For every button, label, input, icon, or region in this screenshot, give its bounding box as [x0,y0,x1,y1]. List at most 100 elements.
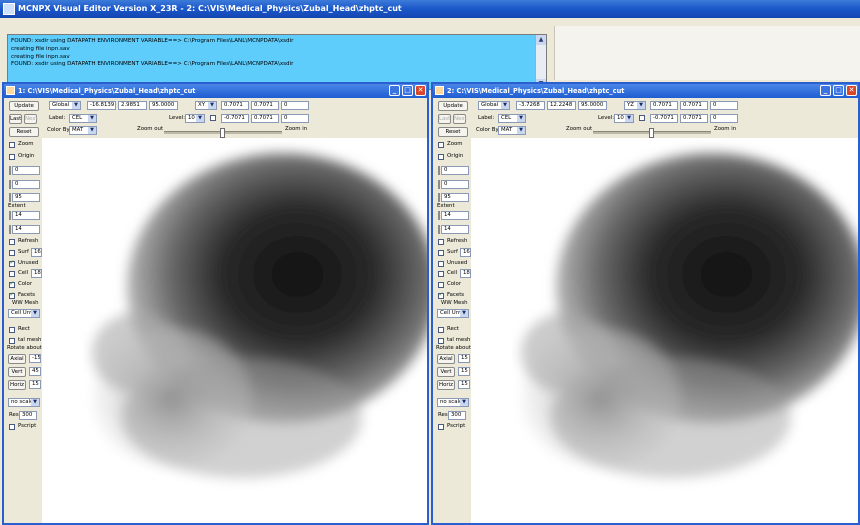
horiz-angle-field[interactable]: 15 [458,380,470,389]
extent-1-field[interactable]: 14 [441,211,469,220]
cell-univ-select[interactable]: Cell Unv ▼ [437,309,469,318]
coordinate-system-select[interactable]: Global ▼ [49,101,81,110]
update-button[interactable]: Update [9,101,39,111]
origin-y-field[interactable]: 12.2248 [547,101,576,110]
last-button[interactable]: Last [9,114,22,124]
view-value-1-field[interactable]: 0 [441,166,469,175]
slider-mark[interactable] [438,225,440,234]
axial-button[interactable]: Axial [437,354,455,364]
basis2-x-field[interactable]: -0.7071 [650,114,678,123]
slider-mark[interactable] [438,180,440,189]
unused-checkbox[interactable] [9,259,15,267]
label-select[interactable]: CEL ▼ [69,114,97,123]
reset-button[interactable]: Reset [9,127,39,137]
axial-angle-field[interactable]: 15 [458,354,470,363]
slider-mark[interactable] [9,166,11,175]
refresh-checkbox[interactable] [438,239,444,245]
level-checkbox[interactable] [639,115,645,121]
color-checkbox[interactable] [438,282,444,288]
extent-1-field[interactable]: 14 [12,211,40,220]
close-button[interactable]: ✕ [846,85,857,96]
zoom-slider[interactable] [593,128,711,138]
next-button[interactable]: Next [453,114,467,124]
zoom-checkbox[interactable] [438,142,444,148]
horiz-button[interactable]: Horiz [437,380,455,390]
cell-number-field[interactable]: 18 [31,269,42,278]
plot-view-2[interactable] [471,138,858,523]
close-button[interactable]: ✕ [415,85,426,96]
label-select[interactable]: CEL ▼ [498,114,526,123]
basis2-z-field[interactable]: 0 [710,114,738,123]
level-select[interactable]: 10 ▼ [185,114,205,123]
origin-z-field[interactable]: 95.0000 [578,101,607,110]
last-button[interactable]: Last [438,114,451,124]
vert-button[interactable]: Vert [437,367,455,377]
vert-angle-field[interactable]: 45 [29,367,41,376]
basis2-z-field[interactable]: 0 [281,114,309,123]
view-value-2-field[interactable]: 0 [12,180,40,189]
slider-mark[interactable] [9,225,11,234]
tal-mesh-checkbox[interactable] [438,338,444,344]
zoom-slider-thumb[interactable] [649,128,654,138]
basis1-y-field[interactable]: 0.7071 [680,101,708,110]
pscript-checkbox[interactable] [9,424,15,430]
pscript-checkbox[interactable] [438,424,444,430]
unused-checkbox[interactable] [438,261,444,267]
tal-mesh-checkbox[interactable] [9,338,15,344]
origin-checkbox[interactable] [9,154,15,160]
axial-angle-field[interactable]: -15 [29,354,41,363]
minimize-button[interactable]: _ [389,85,400,96]
slider-mark[interactable] [438,211,440,220]
origin-x-field[interactable]: -3.7268 [516,101,545,110]
plane-select[interactable]: YZ ▼ [624,101,646,110]
axial-button[interactable]: Axial [8,354,26,364]
plane-select[interactable]: XY ▼ [195,101,217,110]
horiz-angle-field[interactable]: 15 [29,380,41,389]
basis2-y-field[interactable]: 0.7071 [680,114,708,123]
basis2-y-field[interactable]: 0.7071 [251,114,279,123]
res-field[interactable]: 300 [448,411,466,420]
maximize-button[interactable]: □ [402,85,413,96]
maximize-button[interactable]: □ [833,85,844,96]
slider-mark[interactable] [438,166,440,175]
res-field[interactable]: 300 [19,411,37,420]
origin-checkbox[interactable] [438,154,444,160]
basis2-x-field[interactable]: -0.7071 [221,114,249,123]
view-value-1-field[interactable]: 0 [12,166,40,175]
surf-checkbox[interactable] [438,250,444,256]
basis1-z-field[interactable]: 0 [281,101,309,110]
basis1-x-field[interactable]: 0.7071 [221,101,249,110]
view-value-3-field[interactable]: 95 [12,193,40,202]
slider-mark[interactable] [9,180,11,189]
cell-univ-select[interactable]: Cell Unv ▼ [8,309,40,318]
vert-button[interactable]: Vert [8,367,26,377]
extent-2-field[interactable]: 14 [441,225,469,234]
scale-select[interactable]: no scale ▼ [437,398,469,407]
next-button[interactable]: Next [24,114,38,124]
rect-checkbox[interactable] [9,327,15,333]
level-checkbox[interactable] [210,115,216,121]
slider-mark[interactable] [438,193,440,202]
color-checkbox[interactable] [9,280,15,288]
cell-checkbox[interactable] [438,271,444,277]
reset-button[interactable]: Reset [438,127,468,137]
basis1-x-field[interactable]: 0.7071 [650,101,678,110]
update-button[interactable]: Update [438,101,468,111]
zoom-slider[interactable] [164,128,282,138]
zoom-checkbox[interactable] [9,142,15,148]
basis1-y-field[interactable]: 0.7071 [251,101,279,110]
colorby-select[interactable]: MAT ▼ [498,126,526,135]
minimize-button[interactable]: _ [820,85,831,96]
surf-number-field[interactable]: 16 [31,248,42,257]
plot-view-1[interactable] [42,138,427,523]
zoom-slider-thumb[interactable] [220,128,225,138]
cell-checkbox[interactable] [9,271,15,277]
scale-select[interactable]: no scale ▼ [8,398,40,407]
horiz-button[interactable]: Horiz [8,380,26,390]
facets-checkbox[interactable] [9,291,15,299]
surf-number-field[interactable]: 16 [460,248,471,257]
origin-y-field[interactable]: 2.9851 [118,101,147,110]
slider-mark[interactable] [9,211,11,220]
level-select[interactable]: 10 ▼ [614,114,634,123]
view-value-3-field[interactable]: 95 [441,193,469,202]
